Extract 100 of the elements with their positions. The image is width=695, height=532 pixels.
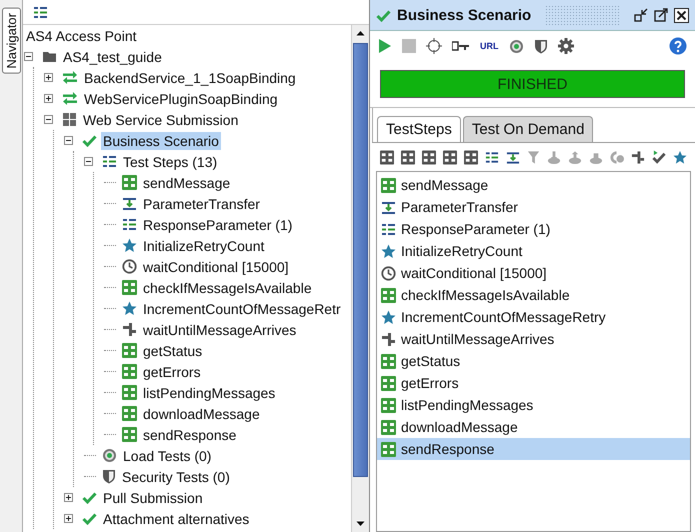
step-row[interactable]: getStatus bbox=[377, 350, 690, 372]
step-tile-icon bbox=[122, 364, 137, 379]
key-icon[interactable] bbox=[452, 41, 470, 51]
help-icon[interactable] bbox=[669, 37, 687, 55]
step-row[interactable]: sendResponse bbox=[377, 438, 690, 460]
tree-item[interactable]: waitUntilMessageArrives bbox=[141, 320, 298, 338]
step-row[interactable]: InitializeRetryCount bbox=[377, 240, 690, 262]
step-name: getErrors bbox=[401, 375, 459, 391]
step-tile-icon bbox=[122, 385, 137, 400]
step-row[interactable]: IncrementCountOfMessageRetry bbox=[377, 306, 690, 328]
step-row[interactable]: checkIfMessageIsAvailable bbox=[377, 284, 690, 306]
tree-item[interactable]: ParameterTransfer bbox=[141, 194, 262, 212]
step-row[interactable]: ParameterTransfer bbox=[377, 196, 690, 218]
step-tile-icon bbox=[122, 280, 137, 295]
check-icon[interactable] bbox=[652, 150, 666, 164]
expander-icon[interactable] bbox=[64, 136, 73, 145]
step-tile-icon bbox=[381, 354, 396, 368]
transfer-icon bbox=[506, 150, 520, 164]
expander-icon[interactable] bbox=[24, 52, 33, 61]
tree-item[interactable]: Load Tests (0) bbox=[121, 446, 214, 464]
add-step-icon[interactable] bbox=[422, 150, 436, 164]
step-name: InitializeRetryCount bbox=[401, 243, 522, 259]
tree-item[interactable]: Test Steps (13) bbox=[121, 152, 220, 170]
step-row[interactable]: waitConditional [15000] bbox=[377, 262, 690, 284]
crosshair-icon[interactable] bbox=[426, 38, 442, 54]
check-icon bbox=[82, 511, 97, 526]
tree-item[interactable]: WebServicePluginSoapBinding bbox=[82, 90, 280, 108]
url-button[interactable]: URL bbox=[480, 41, 498, 51]
step-row[interactable]: downloadMessage bbox=[377, 416, 690, 438]
tree-item[interactable]: getStatus bbox=[141, 342, 204, 360]
step-tile-icon bbox=[381, 376, 396, 390]
tree-item[interactable]: sendResponse bbox=[141, 426, 238, 444]
step-tile-icon bbox=[381, 420, 396, 434]
tree-item[interactable]: checkIfMessageIsAvailable bbox=[141, 278, 314, 296]
add-step-icon[interactable] bbox=[401, 150, 415, 164]
tree-item[interactable]: Pull Submission bbox=[101, 488, 205, 506]
step-name: waitUntilMessageArrives bbox=[401, 331, 554, 347]
arrows-icon bbox=[122, 322, 137, 337]
step-row[interactable]: sendMessage bbox=[377, 174, 690, 196]
tree-item[interactable]: listPendingMessages bbox=[141, 384, 278, 402]
tree-item[interactable]: getErrors bbox=[141, 362, 203, 380]
step-tile-icon bbox=[381, 442, 396, 456]
expander-icon[interactable] bbox=[44, 115, 53, 124]
navigator-tab[interactable]: Navigator bbox=[2, 8, 20, 74]
step-row[interactable]: waitUntilMessageArrives bbox=[377, 328, 690, 350]
step-name: downloadMessage bbox=[401, 419, 518, 435]
expander-icon[interactable] bbox=[64, 493, 73, 502]
list-icon bbox=[485, 150, 499, 164]
step-name: sendMessage bbox=[401, 177, 488, 193]
tree-item[interactable]: downloadMessage bbox=[141, 404, 262, 422]
check-icon bbox=[376, 8, 391, 22]
list-icon bbox=[102, 154, 117, 169]
step-tile-icon bbox=[122, 427, 137, 442]
step-tile-icon bbox=[122, 343, 137, 358]
panel-title: Business Scenario bbox=[397, 6, 532, 24]
add-step-icon[interactable] bbox=[443, 150, 457, 164]
tab[interactable]: TestSteps bbox=[377, 116, 461, 142]
star-icon bbox=[381, 244, 396, 258]
tree-root[interactable]: AS4 Access Point bbox=[24, 26, 139, 44]
gauge-icon bbox=[508, 38, 524, 54]
swap-arrows-icon bbox=[62, 91, 78, 106]
tree-item[interactable]: Business Scenario bbox=[101, 132, 221, 150]
tree-item[interactable]: Security Tests (0) bbox=[120, 468, 232, 486]
scrollbar-thumb[interactable] bbox=[353, 43, 368, 477]
expander-icon[interactable] bbox=[64, 514, 73, 523]
shield-icon bbox=[534, 38, 548, 54]
tree-item[interactable]: ResponseParameter (1) bbox=[141, 216, 294, 234]
tree-item[interactable]: waitConditional [15000] bbox=[141, 258, 291, 276]
step-name: checkIfMessageIsAvailable bbox=[401, 287, 570, 303]
clock-icon bbox=[122, 259, 137, 274]
step-name: listPendingMessages bbox=[401, 397, 534, 413]
expander-icon[interactable] bbox=[44, 73, 53, 82]
step-row[interactable]: getErrors bbox=[377, 372, 690, 394]
tree-item[interactable]: IncrementCountOfMessageRetr bbox=[141, 300, 343, 318]
step-name: IncrementCountOfMessageRetry bbox=[401, 309, 606, 325]
tree-item[interactable]: BackendService_1_1SoapBinding bbox=[82, 68, 298, 86]
tree-item[interactable]: Web Service Submission bbox=[81, 110, 240, 128]
step-row[interactable]: listPendingMessages bbox=[377, 394, 690, 416]
step-name: sendResponse bbox=[401, 441, 494, 457]
shield-icon bbox=[102, 469, 116, 484]
settings-icon[interactable] bbox=[558, 38, 574, 54]
maximize-icon[interactable] bbox=[654, 8, 668, 22]
step-name: waitConditional [15000] bbox=[401, 265, 547, 281]
close-icon[interactable] bbox=[674, 8, 689, 22]
tab[interactable]: Test On Demand bbox=[462, 116, 594, 142]
add-step-icon[interactable] bbox=[380, 150, 394, 164]
restore-icon[interactable] bbox=[634, 8, 648, 22]
step-tile-icon bbox=[381, 288, 396, 302]
play-icon[interactable] bbox=[378, 38, 392, 54]
tree-item[interactable]: sendMessage bbox=[141, 174, 232, 192]
tree-item[interactable]: InitializeRetryCount bbox=[141, 236, 266, 254]
tree-item[interactable]: AS4_test_guide bbox=[61, 48, 164, 66]
tree-item[interactable]: Attachment alternatives bbox=[101, 510, 252, 528]
step-name: ParameterTransfer bbox=[401, 199, 518, 215]
expander-icon[interactable] bbox=[44, 94, 53, 103]
add-step-icon[interactable] bbox=[464, 150, 478, 164]
expander-icon[interactable] bbox=[84, 157, 93, 166]
star-icon bbox=[381, 310, 396, 324]
step-row[interactable]: ResponseParameter (1) bbox=[377, 218, 690, 240]
step-tile-icon bbox=[122, 175, 137, 190]
